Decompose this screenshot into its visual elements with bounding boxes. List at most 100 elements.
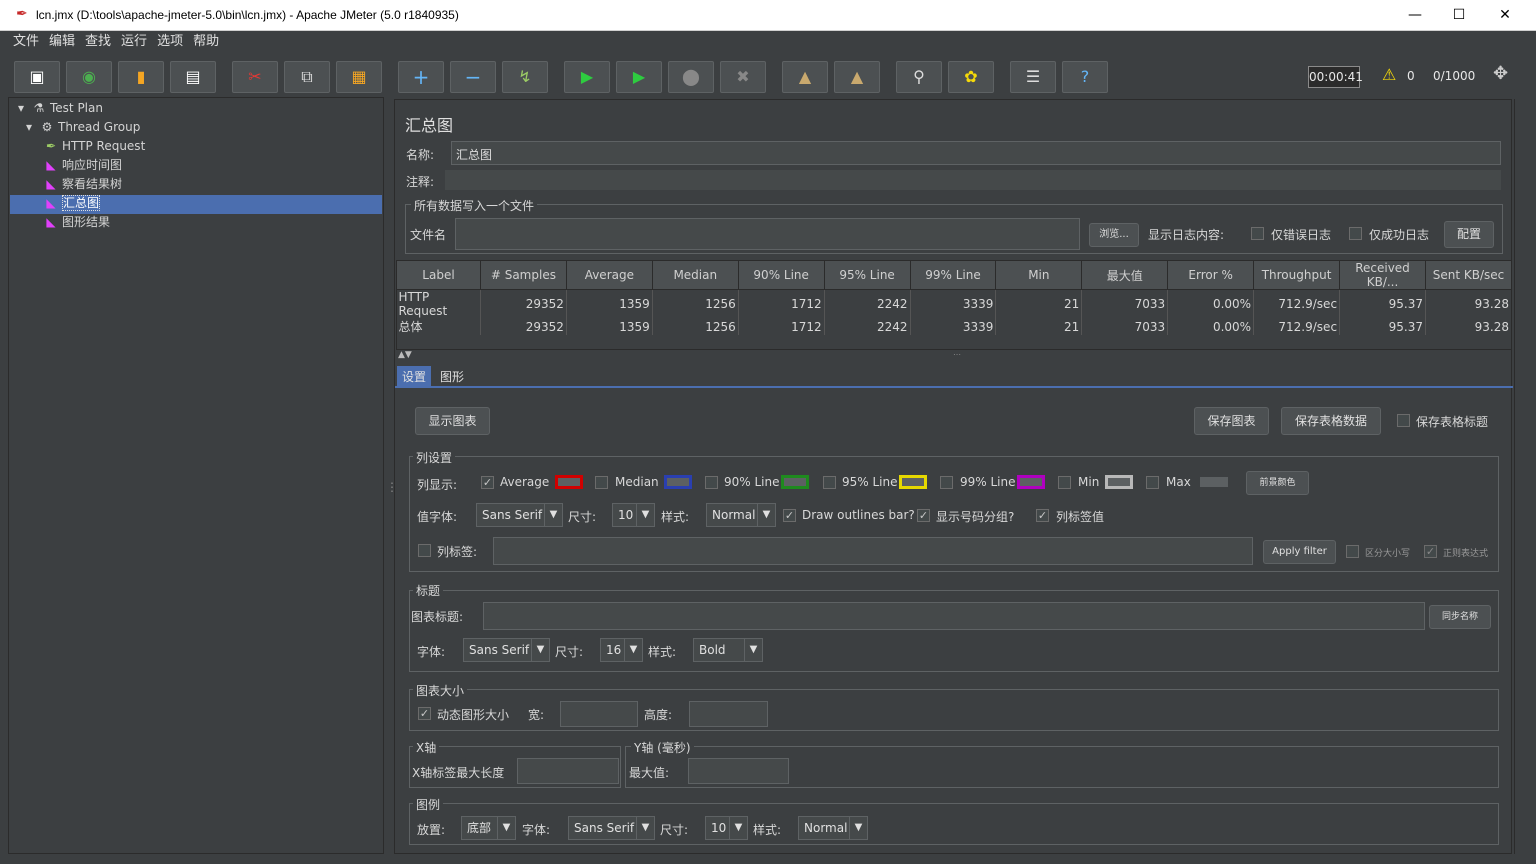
line99-color-swatch[interactable] [1017,475,1045,489]
width-field[interactable] [560,701,638,727]
col-90-line[interactable]: 90% Line [737,260,825,290]
paste-icon[interactable]: ▦ [336,61,382,93]
tree-node-thread-group[interactable]: ▾ ⚙ Thread Group [22,118,140,137]
cut-icon[interactable]: ✂ [232,61,278,93]
search-icon[interactable]: ⚲ [896,61,942,93]
title-font-select[interactable]: Sans Serif ▼ [463,638,550,662]
tree-node-http-request[interactable]: ✒ HTTP Request [44,137,145,156]
table-row[interactable]: 总体 29352 1359 1256 1712 2242 3339 21 7033 0.00% 71… [396,318,1513,335]
column-label-checkbox[interactable] [418,544,431,557]
average-checkbox[interactable]: ✓ [481,476,494,489]
split-divider[interactable]: ⋯ [953,350,961,359]
menu-search[interactable]: 查找 [80,31,116,53]
errors-only-checkbox[interactable] [1251,227,1264,240]
column-label-field[interactable] [493,537,1253,565]
sync-name-button[interactable]: 同步名称 [1429,605,1491,629]
minimize-icon[interactable]: — [1403,4,1427,26]
dynamic-size-checkbox[interactable]: ✓ [418,707,431,720]
average-color-swatch[interactable] [555,475,583,489]
templates-icon[interactable]: ◉ [66,61,112,93]
col-99-line[interactable]: 99% Line [909,260,997,290]
line99-checkbox[interactable] [940,476,953,489]
copy-icon[interactable]: ⧉ [284,61,330,93]
col-average[interactable]: Average [565,260,653,290]
tree-node-view-results[interactable]: ◣ 察看结果树 [44,175,122,194]
value-font-select[interactable]: Sans Serif ▼ [476,503,563,527]
menu-help[interactable]: 帮助 [188,31,224,53]
new-icon[interactable]: ▣ [14,61,60,93]
collapse-icon[interactable]: − [450,61,496,93]
menu-options[interactable]: 选项 [152,31,188,53]
comment-field[interactable] [445,170,1501,190]
table-row[interactable]: HTTP Request 29352 1359 1256 1712 2242 3339 21 7… [396,289,1513,318]
x-max-field[interactable] [517,758,619,784]
line90-color-swatch[interactable] [781,475,809,489]
line90-checkbox[interactable] [705,476,718,489]
column-label-value-checkbox[interactable]: ✓ [1036,509,1049,522]
success-only-checkbox[interactable] [1349,227,1362,240]
title-style-select[interactable]: Bold ▼ [693,638,763,662]
clear-all-icon[interactable]: ▲ [834,61,880,93]
foreground-color-button[interactable]: 前景颜色 [1246,471,1309,495]
min-color-swatch[interactable] [1105,475,1133,489]
col-median[interactable]: Median [651,260,739,290]
configure-button[interactable]: 配置 [1444,221,1494,248]
expand-icon[interactable]: + [398,61,444,93]
name-field[interactable]: 汇总图 [451,141,1501,165]
vertical-scrollbar[interactable] [1514,99,1528,854]
help-icon[interactable]: ? [1062,61,1108,93]
col-sent[interactable]: Sent KB/sec [1424,260,1513,290]
height-field[interactable] [689,701,768,727]
draw-outlines-checkbox[interactable]: ✓ [783,509,796,522]
save-chart-button[interactable]: 保存图表 [1194,407,1269,435]
tree-node-aggregate-graph[interactable]: ◣ 汇总图 [44,194,101,213]
tab-graph[interactable]: 图形 [435,366,469,388]
browse-button[interactable]: 浏览... [1089,223,1139,247]
save-icon[interactable]: ▤ [170,61,216,93]
show-grouping-checkbox[interactable]: ✓ [917,509,930,522]
save-table-button[interactable]: 保存表格数据 [1281,407,1381,435]
legend-style-select[interactable]: Normal ▼ [798,816,868,840]
menu-file[interactable]: 文件 [8,31,44,53]
maximize-icon[interactable]: ☐ [1447,4,1471,26]
min-checkbox[interactable] [1058,476,1071,489]
tab-settings[interactable]: 设置 [397,366,432,388]
regex-checkbox[interactable]: ✓ [1424,545,1437,558]
legend-font-select[interactable]: Sans Serif ▼ [568,816,655,840]
tree-node-test-plan[interactable]: ▾ ⚗ Test Plan [14,99,103,118]
value-style-select[interactable]: Normal ▼ [706,503,776,527]
placement-select[interactable]: 底部 ▼ [461,816,516,840]
col-samples[interactable]: # Samples [479,260,567,290]
start-no-pauses-icon[interactable]: ▶ [616,61,662,93]
split-arrows-icon[interactable]: ▲▼ [398,350,412,360]
filename-field[interactable] [455,218,1080,250]
toggle-icon[interactable]: ↯ [502,61,548,93]
save-header-checkbox[interactable] [1397,414,1410,427]
max-checkbox[interactable] [1146,476,1159,489]
start-icon[interactable]: ▶ [564,61,610,93]
y-max-field[interactable] [688,758,789,784]
col-received[interactable]: Received KB/... [1339,260,1426,290]
col-min[interactable]: Min [995,260,1083,290]
median-checkbox[interactable] [595,476,608,489]
title-size-select[interactable]: 16 ▼ [600,638,643,662]
menu-run[interactable]: 运行 [116,31,152,53]
show-chart-button[interactable]: 显示图表 [415,407,490,435]
close-icon[interactable]: ✕ [1493,4,1517,26]
median-color-swatch[interactable] [664,475,692,489]
tree-node-graph-results[interactable]: ◣ 图形结果 [44,213,110,232]
line95-checkbox[interactable] [823,476,836,489]
open-icon[interactable]: ▮ [118,61,164,93]
stop-icon[interactable]: ⬤ [668,61,714,93]
apply-filter-button[interactable]: Apply filter [1263,540,1336,564]
col-95-line[interactable]: 95% Line [823,260,911,290]
case-sensitive-checkbox[interactable] [1346,545,1359,558]
tree-node-response-time[interactable]: ◣ 响应时间图 [44,156,122,175]
legend-size-select[interactable]: 10 ▼ [705,816,748,840]
col-max[interactable]: 最大值 [1081,260,1169,290]
warning-icon[interactable]: ⚠ [1382,65,1396,84]
max-color-swatch[interactable] [1200,477,1228,487]
chart-title-field[interactable] [483,602,1425,630]
shutdown-icon[interactable]: ✖ [720,61,766,93]
col-label[interactable]: Label [396,260,481,290]
